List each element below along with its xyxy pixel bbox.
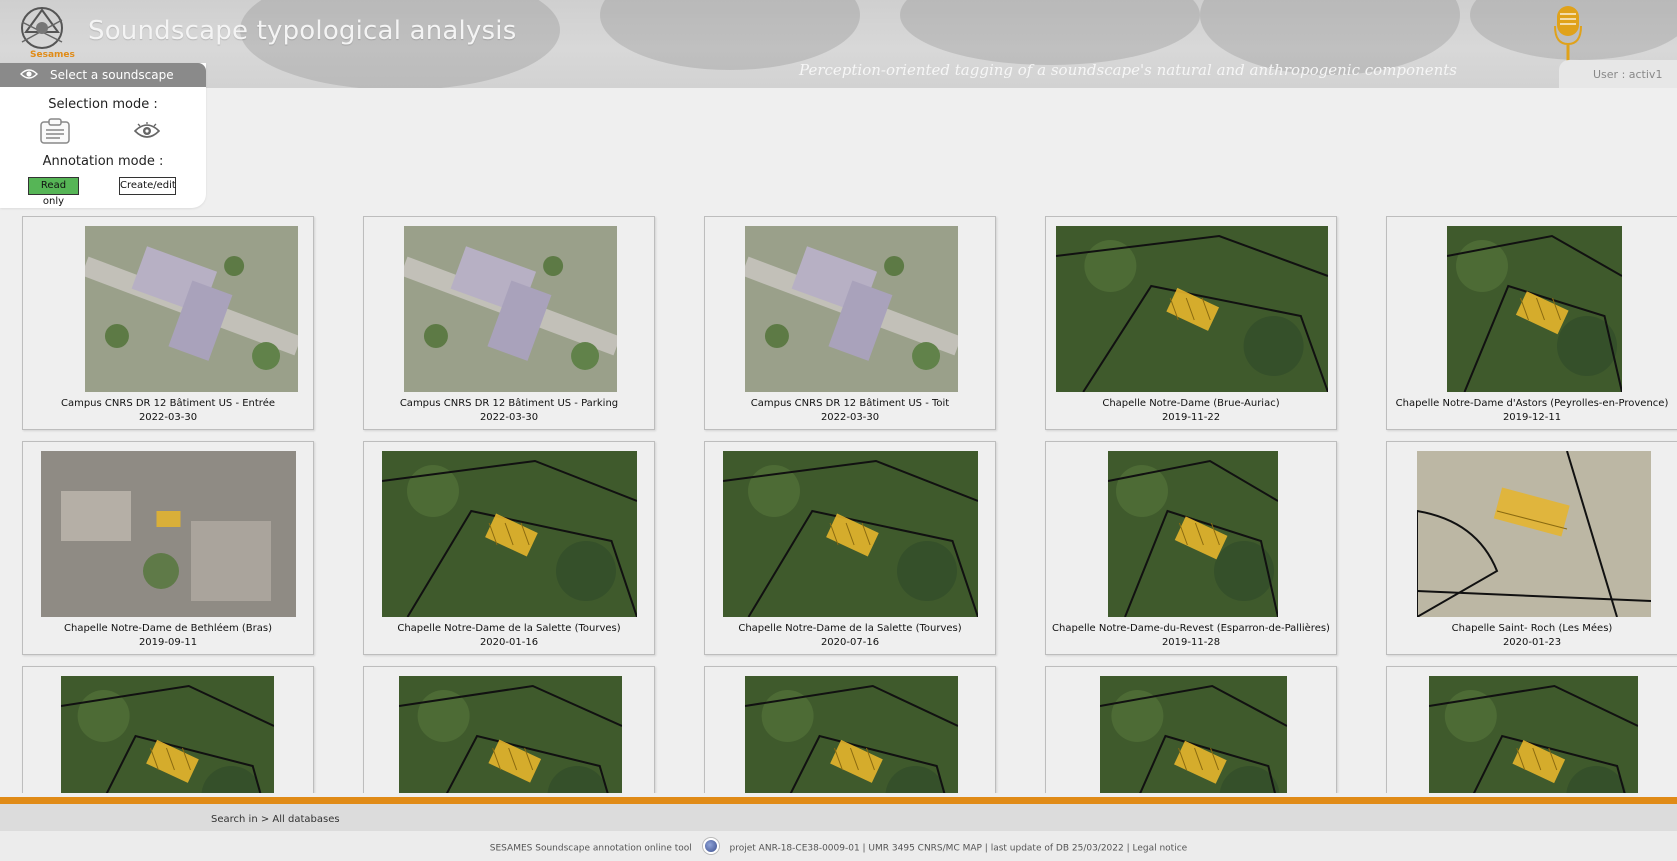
soundscape-caption[interactable]: Chapelle Saint- Roch (Les Mées) 2020-01-2… <box>1387 622 1677 650</box>
page-subtitle: Perception-oriented tagging of a soundsc… <box>799 61 1457 79</box>
soundscape-name: Chapelle Notre-Dame de la Salette (Tourv… <box>397 623 621 634</box>
search-prefix: Search in > <box>211 814 270 825</box>
soundscape-map-thumbnail[interactable] <box>745 226 958 392</box>
soundscape-card[interactable] <box>704 666 996 793</box>
select-soundscape-panel: Select a soundscape Selection mode : Ann… <box>0 63 206 208</box>
footer-info[interactable]: projet ANR-18-CE38-0009-01 | UMR 3495 CN… <box>730 844 1188 854</box>
soundscape-card[interactable] <box>22 666 314 793</box>
page-title: Soundscape typological analysis <box>88 16 517 46</box>
soundscape-card[interactable]: Chapelle Notre-Dame de Bethléem (Bras) 20… <box>22 441 314 655</box>
soundscape-card[interactable] <box>363 666 655 793</box>
soundscape-map-thumbnail[interactable] <box>723 451 978 617</box>
soundscape-card[interactable]: Chapelle Notre-Dame de la Salette (Tourv… <box>363 441 655 655</box>
soundscape-card[interactable]: Chapelle Notre-Dame de la Salette (Tourv… <box>704 441 996 655</box>
soundscape-name: Chapelle Notre-Dame (Brue-Auriac) <box>1102 398 1280 409</box>
soundscape-card[interactable]: Chapelle Notre-Dame (Brue-Auriac) 2019-11… <box>1045 216 1337 430</box>
soundscape-map-thumbnail[interactable] <box>41 451 296 617</box>
soundscape-date: 2019-11-28 <box>1161 637 1221 648</box>
search-scope-link[interactable]: All databases <box>272 814 339 825</box>
soundscape-map-thumbnail[interactable] <box>1429 676 1638 793</box>
soundscape-map-thumbnail[interactable] <box>1056 226 1328 392</box>
soundscape-map-thumbnail[interactable] <box>404 226 617 392</box>
globe-icon <box>702 838 719 854</box>
svg-text:Sesames: Sesames <box>30 50 75 60</box>
soundscape-caption[interactable]: Campus CNRS DR 12 Bâtiment US - Parking 2… <box>364 397 654 425</box>
read-only-button[interactable]: Read only <box>28 177 79 207</box>
soundscape-map-thumbnail[interactable] <box>1447 226 1622 392</box>
soundscape-map-thumbnail[interactable] <box>61 676 274 793</box>
soundscape-name: Chapelle Notre-Dame de la Salette (Tourv… <box>738 623 962 634</box>
soundscape-grid: Campus CNRS DR 12 Bâtiment US - Entrée 20… <box>0 216 1677 793</box>
soundscape-caption[interactable]: Chapelle Notre-Dame-du-Revest (Esparron-… <box>1046 622 1336 650</box>
panel-title: Select a soundscape <box>50 68 174 82</box>
soundscape-caption[interactable]: Campus CNRS DR 12 Bâtiment US - Toit 2022… <box>705 397 995 425</box>
soundscape-card[interactable] <box>1045 666 1337 793</box>
accent-divider <box>0 797 1677 804</box>
soundscape-date: 2019-12-11 <box>1502 412 1562 423</box>
panel-header: Select a soundscape <box>0 63 206 87</box>
soundscape-name: Campus CNRS DR 12 Bâtiment US - Parking <box>399 398 619 409</box>
soundscape-caption[interactable]: Chapelle Notre-Dame de la Salette (Tourv… <box>705 622 995 650</box>
soundscape-name: Chapelle Notre-Dame d'Astors (Peyrolles-… <box>1395 398 1669 409</box>
list-selection-icon[interactable] <box>40 118 70 144</box>
soundscape-date: 2022-03-30 <box>479 412 539 423</box>
soundscape-date: 2019-11-22 <box>1161 412 1221 423</box>
soundscape-map-thumbnail[interactable] <box>85 226 298 392</box>
soundscape-map-thumbnail[interactable] <box>1100 676 1287 793</box>
search-bar: Search in > All databases <box>0 804 1677 831</box>
soundscape-card[interactable]: Chapelle Saint- Roch (Les Mées) 2020-01-2… <box>1386 441 1677 655</box>
soundscape-date: 2022-03-30 <box>820 412 880 423</box>
soundscape-caption[interactable]: Chapelle Notre-Dame d'Astors (Peyrolles-… <box>1387 397 1677 425</box>
soundscape-map-thumbnail[interactable] <box>1417 451 1651 617</box>
soundscape-date: 2022-03-30 <box>138 412 198 423</box>
footer: SESAMES Soundscape annotation online too… <box>0 831 1677 861</box>
soundscape-name: Chapelle Saint- Roch (Les Mées) <box>1451 623 1613 634</box>
soundscape-card[interactable]: Chapelle Notre-Dame-du-Revest (Esparron-… <box>1045 441 1337 655</box>
soundscape-caption[interactable]: Chapelle Notre-Dame de Bethléem (Bras) 20… <box>23 622 313 650</box>
soundscape-map-thumbnail[interactable] <box>745 676 958 793</box>
soundscape-date: 2020-07-16 <box>820 637 880 648</box>
soundscape-name: Chapelle Notre-Dame de Bethléem (Bras) <box>64 623 272 634</box>
selection-mode-label: Selection mode : <box>48 97 158 112</box>
map-view-eye-icon[interactable] <box>134 122 160 140</box>
create-edit-button[interactable]: Create/edit <box>119 177 176 195</box>
soundscape-card[interactable]: Campus CNRS DR 12 Bâtiment US - Entrée 20… <box>22 216 314 430</box>
soundscape-card[interactable]: Campus CNRS DR 12 Bâtiment US - Toit 2022… <box>704 216 996 430</box>
sesames-logo[interactable]: Sesames <box>12 2 78 60</box>
footer-tool-name: SESAMES Soundscape annotation online too… <box>489 843 692 854</box>
soundscape-map-thumbnail[interactable] <box>399 676 622 793</box>
soundscape-map-thumbnail[interactable] <box>1108 451 1278 617</box>
soundscape-date: 2020-01-16 <box>479 637 539 648</box>
soundscape-name: Campus CNRS DR 12 Bâtiment US - Entrée <box>60 398 276 409</box>
user-label[interactable]: User : activ1 <box>1559 60 1677 88</box>
soundscape-date: 2020-01-23 <box>1502 637 1562 648</box>
soundscape-name: Chapelle Notre-Dame-du-Revest (Esparron-… <box>1052 623 1330 634</box>
soundscape-caption[interactable]: Chapelle Notre-Dame (Brue-Auriac) 2019-11… <box>1046 397 1336 425</box>
soundscape-name: Campus CNRS DR 12 Bâtiment US - Toit <box>750 398 950 409</box>
soundscape-caption[interactable]: Chapelle Notre-Dame de la Salette (Tourv… <box>364 622 654 650</box>
header-banner: Sesames Soundscape typological analysis … <box>0 0 1677 88</box>
annotation-mode-label: Annotation mode : <box>42 154 164 169</box>
soundscape-card[interactable]: Chapelle Notre-Dame d'Astors (Peyrolles-… <box>1386 216 1677 430</box>
soundscape-card[interactable]: Campus CNRS DR 12 Bâtiment US - Parking 2… <box>363 216 655 430</box>
soundscape-date: 2019-09-11 <box>138 637 198 648</box>
soundscape-map-thumbnail[interactable] <box>382 451 637 617</box>
soundscape-card[interactable] <box>1386 666 1677 793</box>
soundscape-caption[interactable]: Campus CNRS DR 12 Bâtiment US - Entrée 20… <box>23 397 313 425</box>
eye-icon <box>20 69 38 79</box>
